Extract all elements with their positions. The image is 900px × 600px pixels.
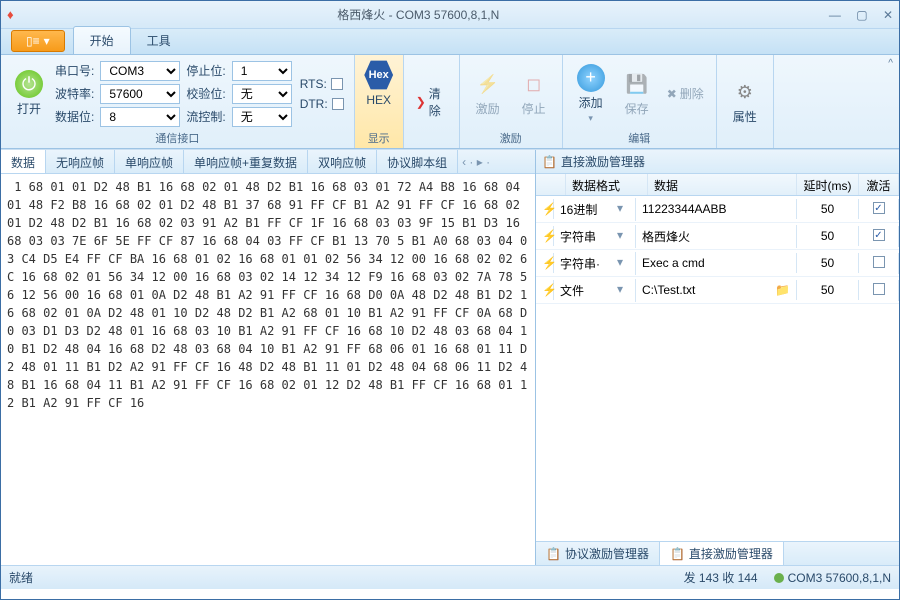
table-row[interactable]: ⚡字符串▾格西烽火50 <box>536 223 899 250</box>
window-title: 格西烽火 - COM3 57600,8,1,N <box>20 6 817 23</box>
connection-dot-icon <box>774 573 784 583</box>
save-icon: 💾 <box>623 70 651 98</box>
chevron-down-icon[interactable]: ▾ <box>617 255 629 272</box>
bottom-tab-direct[interactable]: 📋直接激励管理器 <box>660 542 784 565</box>
folder-icon[interactable]: 📁 <box>775 283 790 297</box>
bolt-icon: ⚡ <box>536 199 554 219</box>
close-button[interactable]: ✕ <box>883 8 893 22</box>
dtr-checkbox[interactable] <box>332 98 344 110</box>
status-connection: COM3 57600,8,1,N <box>788 571 891 585</box>
minimize-button[interactable]: — <box>829 8 841 22</box>
bottom-tab-protocol[interactable]: 📋协议激励管理器 <box>536 542 660 565</box>
gear-icon: ⚙ <box>731 78 759 106</box>
data-tab-5[interactable]: 协议脚本组 <box>377 150 458 173</box>
clipboard-icon: 📋 <box>542 155 557 169</box>
active-checkbox[interactable] <box>873 202 885 214</box>
chevron-down-icon[interactable]: ▾ <box>617 228 629 245</box>
clipboard-icon: 📋 <box>546 547 561 561</box>
tab-scroll[interactable]: ‹ · ▸ · <box>458 150 494 173</box>
open-port-button[interactable]: ⏻ 打开 <box>9 68 49 119</box>
baud-select[interactable]: 57600 <box>100 84 180 104</box>
table-row[interactable]: ⚡文件▾C:\Test.txt📁50 <box>536 277 899 304</box>
rts-checkbox[interactable] <box>331 78 343 90</box>
hex-mode-button[interactable]: HEX <box>366 93 391 107</box>
hex-icon: Hex <box>363 59 395 91</box>
bolt-icon: ⚡ <box>474 70 502 98</box>
power-icon: ⏻ <box>15 70 43 98</box>
data-tab-3[interactable]: 单响应帧+重复数据 <box>184 150 308 173</box>
app-icon: ♦ <box>7 7 14 22</box>
panel-title: 直接激励管理器 <box>561 153 645 170</box>
chevron-down-icon[interactable]: ▾ <box>617 282 629 299</box>
add-button[interactable]: +添加▾ <box>571 62 611 126</box>
bolt-icon: ⚡ <box>536 226 554 246</box>
bolt-icon: ⚡ <box>536 280 554 300</box>
port-select[interactable]: COM3 <box>100 61 180 81</box>
save-button[interactable]: 💾保存 <box>617 68 657 119</box>
data-tab-4[interactable]: 双响应帧 <box>308 150 377 173</box>
eraser-icon: ❯ <box>416 95 426 109</box>
tab-tools[interactable]: 工具 <box>131 27 187 54</box>
hex-dump-area[interactable]: 1 68 01 01 D2 48 B1 16 68 02 01 48 D2 B1… <box>1 174 535 565</box>
delete-button[interactable]: ✖删除 <box>663 83 708 104</box>
clipboard-icon: 📋 <box>670 547 685 561</box>
col-active[interactable]: 激活 <box>859 174 899 195</box>
col-format[interactable]: 数据格式 <box>566 174 648 195</box>
chevron-down-icon: ▾ <box>44 34 50 48</box>
active-checkbox[interactable] <box>873 283 885 295</box>
stop-button[interactable]: ◻停止 <box>514 68 554 119</box>
stop-icon: ◻ <box>520 70 548 98</box>
status-txrx: 发 143 收 144 <box>684 569 758 586</box>
plus-icon: + <box>577 64 605 92</box>
flow-select[interactable]: 无 <box>232 107 292 127</box>
file-menu-button[interactable]: ▯≡▾ <box>11 30 65 52</box>
data-tab-2[interactable]: 单响应帧 <box>115 150 184 173</box>
active-checkbox[interactable] <box>873 256 885 268</box>
active-checkbox[interactable] <box>873 229 885 241</box>
data-tab-1[interactable]: 无响应帧 <box>46 150 115 173</box>
col-delay[interactable]: 延时(ms) <box>797 174 859 195</box>
tab-start[interactable]: 开始 <box>73 26 131 54</box>
maximize-button[interactable]: ▢ <box>856 8 867 22</box>
table-row[interactable]: ⚡16进制▾11223344AABB50 <box>536 196 899 223</box>
clear-button[interactable]: ❯清除 <box>412 83 451 121</box>
chevron-down-icon[interactable]: ▾ <box>617 201 629 218</box>
excite-button[interactable]: ⚡激励 <box>468 68 508 119</box>
parity-select[interactable]: 无 <box>232 84 292 104</box>
bolt-icon: ⚡ <box>536 253 554 273</box>
properties-button[interactable]: ⚙属性 <box>725 76 765 127</box>
collapse-ribbon-icon[interactable]: ^ <box>888 58 893 69</box>
data-tab-0[interactable]: 数据 <box>1 150 46 173</box>
stopbits-select[interactable]: 1 <box>232 61 292 81</box>
databits-select[interactable]: 8 <box>100 107 180 127</box>
col-data[interactable]: 数据 <box>648 174 797 195</box>
chevron-down-icon: ▾ <box>588 113 593 124</box>
status-ready: 就绪 <box>9 569 33 586</box>
table-row[interactable]: ⚡字符串·▾Exec a cmd50 <box>536 250 899 277</box>
delete-icon: ✖ <box>667 87 677 101</box>
